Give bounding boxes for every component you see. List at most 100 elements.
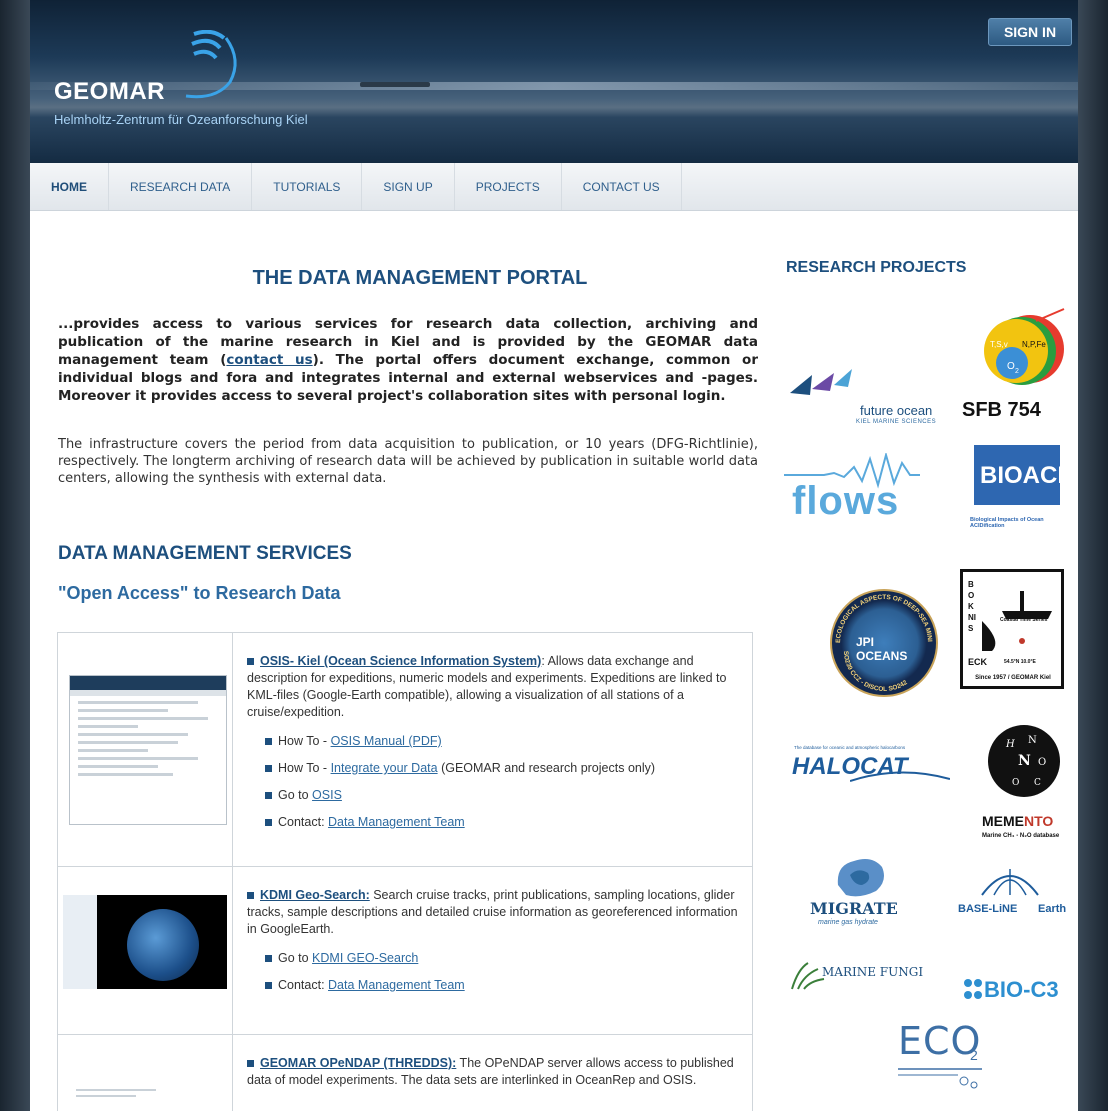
service-row-kdmi: KDMI Geo-Search: Search cruise tracks, p…	[58, 867, 752, 1035]
bullet-icon	[247, 658, 254, 666]
halocat-swoosh-icon	[850, 771, 950, 782]
nav-item-research-data[interactable]: RESEARCH DATA	[109, 163, 253, 210]
migrate-text: MIGRATE	[810, 899, 898, 918]
baseline-earth-text: Earth	[1038, 903, 1067, 915]
future-ocean-subtitle: KIEL MARINE SCIENCES	[856, 419, 937, 425]
svg-text:SO239 CCZ - DISCOL SO242: SO239 CCZ - DISCOL SO242	[842, 651, 909, 693]
bullet-icon	[247, 892, 254, 900]
migrate-logo[interactable]: MIGRATE marine gas hydrate	[802, 855, 912, 935]
osis-title-link[interactable]: OSIS- Kiel (Ocean Science Information Sy…	[260, 654, 541, 668]
header-ship	[360, 82, 430, 87]
bio-c3-fish-icon	[964, 979, 982, 999]
baseline-earth-logo[interactable]: BASE-LiNE Earth	[958, 865, 1070, 925]
boknis-coords: 54.5°N 10.0°E	[1004, 659, 1036, 665]
opendap-thumbnail-image	[76, 1085, 226, 1111]
page-title: THE DATA MANAGEMENT PORTAL	[252, 267, 588, 289]
intro-paragraph: The infrastructure covers the period fro…	[58, 437, 758, 486]
sidebar-title: RESEARCH PROJECTS	[786, 259, 967, 276]
halocat-logo[interactable]: The database for oceanic and atmospheric…	[790, 745, 950, 805]
integrate-data-link[interactable]: Integrate your Data	[331, 761, 438, 775]
marine-fungi-logo[interactable]: MARINE FUNGI	[788, 959, 958, 1003]
kdmi-geo-search-link[interactable]: KDMI GEO-Search	[312, 951, 418, 965]
nav-item-tutorials[interactable]: TUTORIALS	[252, 163, 363, 210]
list-item: How To - OSIS Manual (PDF)	[265, 733, 742, 750]
bio-c3-logo[interactable]: BIO-C3	[962, 971, 1072, 1011]
globe-icon	[127, 909, 199, 981]
svg-text:N: N	[1018, 753, 1031, 769]
bullet-icon	[247, 1060, 254, 1068]
osis-thumbnail-image	[69, 675, 227, 825]
kdmi-description: KDMI Geo-Search: Search cruise tracks, p…	[233, 867, 752, 1034]
service-row-opendap: GEOMAR OPeNDAP (THREDDS): The OPeNDAP se…	[58, 1035, 752, 1111]
kdmi-link-list: Go to KDMI GEO-Search Contact: Data Mana…	[265, 950, 742, 994]
kdmi-screenshot-thumb[interactable]	[58, 867, 233, 1034]
opendap-description: GEOMAR OPeNDAP (THREDDS): The OPeNDAP se…	[233, 1035, 752, 1111]
osis-description: OSIS- Kiel (Ocean Science Information Sy…	[233, 633, 752, 866]
bullet-icon	[265, 792, 272, 800]
link-prefix: Go to	[278, 788, 313, 802]
opendap-title-link[interactable]: GEOMAR OPeNDAP (THREDDS):	[260, 1056, 456, 1070]
boknis-eck-text: ECK	[968, 657, 988, 667]
page-background-left	[0, 0, 30, 1111]
boknis-since-text: Since 1957 / GEOMAR Kiel	[975, 675, 1051, 681]
osis-link[interactable]: OSIS	[312, 788, 342, 802]
nav-item-contact-us[interactable]: CONTACT US	[562, 163, 682, 210]
eco2-text: ECO	[898, 1019, 982, 1063]
osis-manual-link[interactable]: OSIS Manual (PDF)	[331, 734, 442, 748]
sfb-754-logo[interactable]: T,S,v N,P,Fe O 2 SFB 754	[962, 307, 1070, 431]
marine-fungi-text: MARINE FUNGI	[822, 965, 924, 979]
services-heading: DATA MANAGEMENT SERVICES	[58, 543, 352, 564]
bioacid-subtitle: Biological Impacts of Ocean ACIDificatio…	[970, 517, 1044, 529]
flows-logo[interactable]: flows	[784, 449, 924, 533]
boknis-vertical-text: BOKNIS	[968, 580, 976, 633]
boknis-eck-logo[interactable]: BOKNIS Coastal Time Series ECK 54.5°N 10…	[960, 569, 1064, 689]
bioacid-logo[interactable]: BIOACID Biological Impacts of Ocean ACID…	[970, 445, 1078, 533]
migrate-subtitle: marine gas hydrate	[818, 919, 878, 926]
sfb-label-o: O	[1007, 361, 1015, 372]
memento-text: MEMENTO	[982, 813, 1072, 829]
intro-bold-paragraph: ...provides access to various services f…	[58, 315, 758, 405]
sign-in-button[interactable]: SIGN IN	[988, 18, 1072, 46]
opendap-screenshot-thumb[interactable]	[58, 1035, 233, 1111]
nav-item-projects[interactable]: PROJECTS	[455, 163, 562, 210]
link-prefix: Contact:	[278, 978, 329, 992]
contact-us-link[interactable]: contact us	[226, 352, 312, 368]
osis-link-list: How To - OSIS Manual (PDF) How To - Inte…	[265, 733, 742, 831]
research-projects-sidebar: RESEARCH PROJECTS future ocean KIEL MARI…	[782, 211, 1078, 1111]
sfb-label-2: 2	[1015, 368, 1019, 375]
bullet-icon	[265, 982, 272, 990]
memento-text-red: NTO	[1024, 813, 1054, 829]
logo-wordmark: GEOMAR	[54, 78, 165, 105]
open-access-heading: "Open Access" to Research Data	[58, 583, 341, 603]
halocat-subtitle: The database for oceanic and atmospheric…	[794, 745, 906, 750]
jpi-oceans-logo[interactable]: JPI OCEANS ECOLOGICAL ASPECTS OF DEEP-SE…	[830, 589, 940, 699]
flows-text: flows	[792, 479, 900, 523]
list-item: Contact: Data Management Team	[265, 814, 742, 831]
svg-text:O: O	[1012, 778, 1019, 788]
svg-text:N: N	[1028, 735, 1037, 746]
nav-item-sign-up[interactable]: SIGN UP	[362, 163, 455, 210]
eco2-subscript: 2	[970, 1047, 978, 1063]
boknis-coastal-text: Coastal Time Series	[1000, 617, 1048, 623]
list-item: Go to OSIS	[265, 787, 742, 804]
nav-item-home[interactable]: HOME	[30, 163, 109, 210]
osis-screenshot-thumb[interactable]	[58, 633, 233, 866]
services-table: OSIS- Kiel (Ocean Science Information Sy…	[57, 632, 753, 1111]
future-ocean-logo[interactable]: future ocean KIEL MARINE SCIENCES	[782, 311, 952, 431]
future-ocean-wave-icon	[790, 369, 852, 395]
bullet-icon	[265, 819, 272, 827]
sfb-754-circles-icon: T,S,v N,P,Fe O 2	[984, 308, 1065, 385]
bullet-icon	[265, 765, 272, 773]
eco2-logo[interactable]: ECO 2	[892, 1019, 988, 1093]
sfb-754-text: SFB 754	[962, 399, 1041, 421]
main-nav: HOME RESEARCH DATA TUTORIALS SIGN UP PRO…	[30, 163, 1078, 211]
kdmi-title-link[interactable]: KDMI Geo-Search:	[260, 888, 370, 902]
migrate-europe-icon	[837, 859, 884, 897]
svg-text:O: O	[1038, 757, 1046, 768]
kdmi-contact-link[interactable]: Data Management Team	[328, 978, 465, 992]
memento-subtitle: Marine CH₄ - N₂O database	[982, 833, 1060, 839]
memento-logo[interactable]: H N N O O C MEMENTO Marine CH₄ - N₂O dat…	[978, 719, 1068, 849]
kdmi-thumbnail-image	[63, 895, 227, 989]
osis-contact-link[interactable]: Data Management Team	[328, 815, 465, 829]
link-prefix: Contact:	[278, 815, 329, 829]
